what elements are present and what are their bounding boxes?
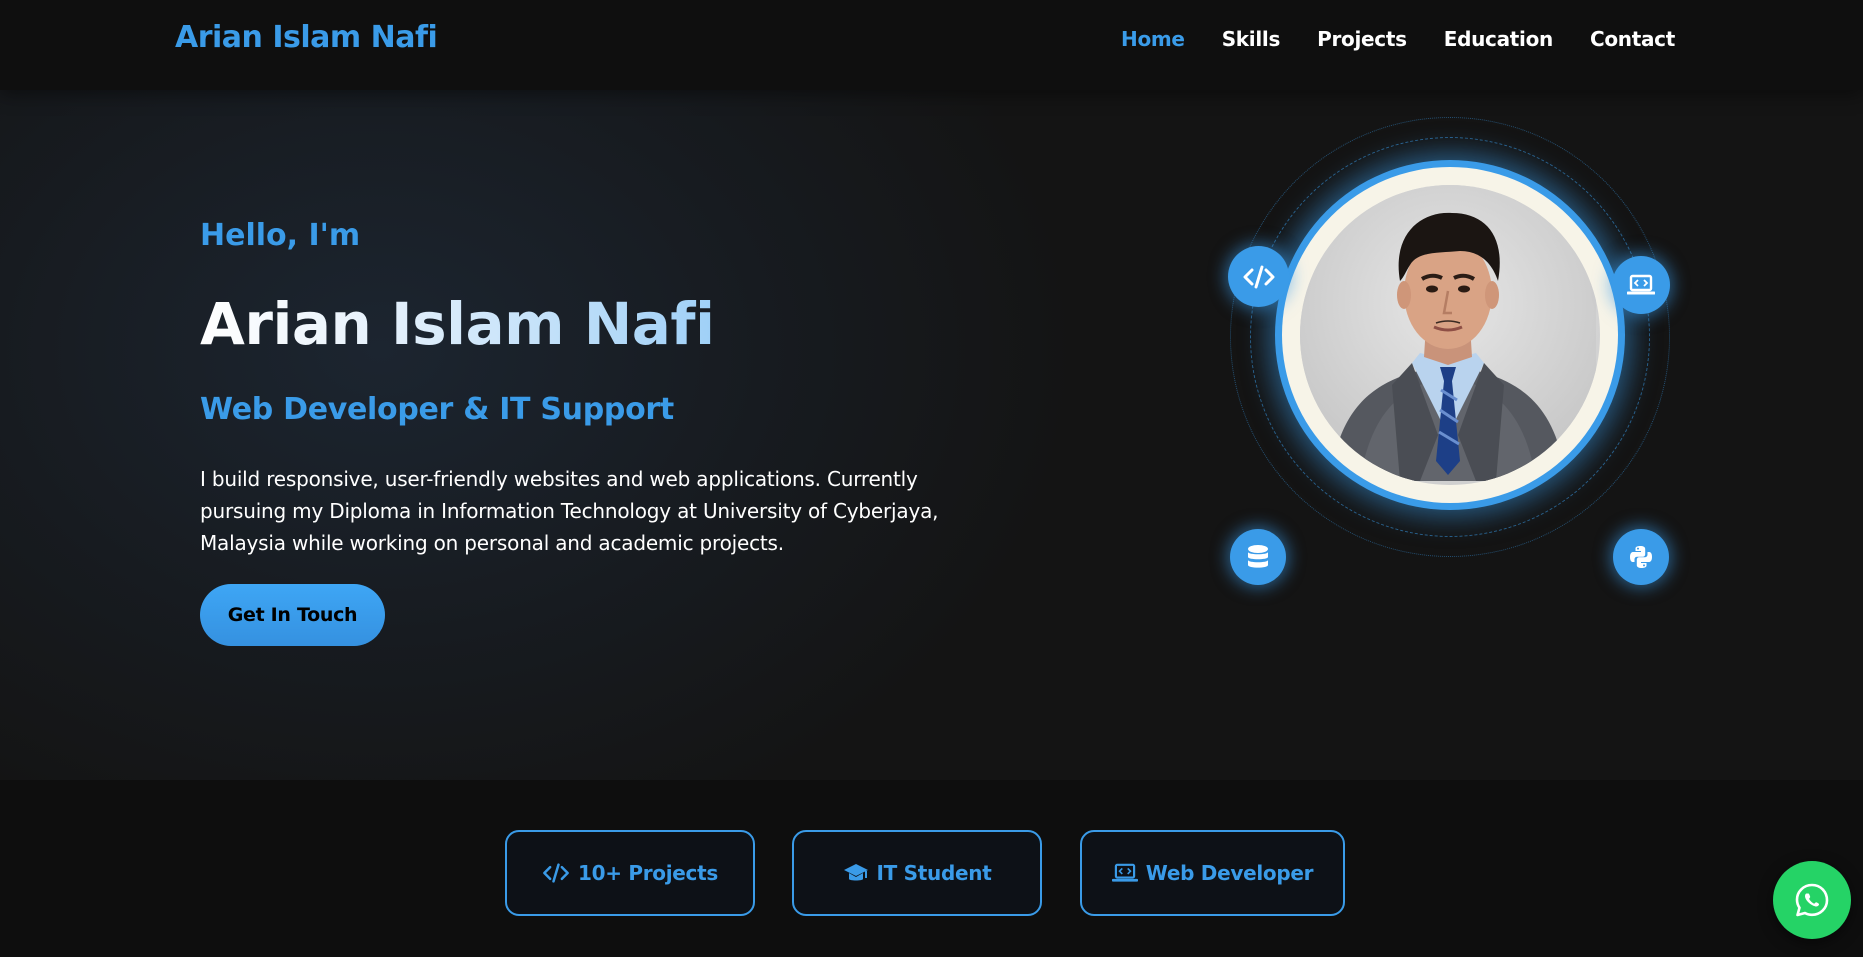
get-in-touch-button[interactable]: Get In Touch xyxy=(200,584,385,646)
hero-role: Web Developer & IT Support xyxy=(200,392,674,427)
database-icon xyxy=(1248,545,1268,568)
profile-photo-ring xyxy=(1275,160,1625,510)
profile-photo-frame xyxy=(1282,167,1618,503)
laptop-code-icon xyxy=(1627,274,1655,295)
nav-link-contact[interactable]: Contact xyxy=(1590,27,1675,51)
orbit-laptop-button[interactable] xyxy=(1612,256,1670,314)
nav-links: Home Skills Projects Education Contact xyxy=(1121,27,1675,51)
stat-card-projects: 10+ Projects xyxy=(505,830,755,916)
stat-label: 10+ Projects xyxy=(578,861,718,885)
nav-link-projects[interactable]: Projects xyxy=(1317,27,1407,51)
orbit-code-button[interactable] xyxy=(1228,246,1289,307)
profile-portrait-illustration xyxy=(1300,185,1596,481)
code-icon xyxy=(1243,265,1274,288)
navbar: Arian Islam Nafi Home Skills Projects Ed… xyxy=(0,0,1863,90)
orbit-database-button[interactable] xyxy=(1230,529,1286,585)
python-icon xyxy=(1630,546,1652,568)
laptop-code-icon xyxy=(1111,863,1138,882)
code-icon xyxy=(543,863,569,883)
stat-label: IT Student xyxy=(876,861,992,885)
brand-logo[interactable]: Arian Islam Nafi xyxy=(175,20,438,55)
stat-card-student: IT Student xyxy=(792,830,1042,916)
hero-greeting: Hello, I'm xyxy=(200,218,361,253)
whatsapp-button[interactable] xyxy=(1773,861,1851,939)
nav-link-education[interactable]: Education xyxy=(1444,27,1554,51)
nav-link-home[interactable]: Home xyxy=(1121,27,1185,51)
whatsapp-icon xyxy=(1795,883,1829,917)
stat-label: Web Developer xyxy=(1145,861,1314,885)
orbit-python-button[interactable] xyxy=(1613,529,1669,585)
stat-card-developer: Web Developer xyxy=(1080,830,1345,916)
hero-name: Arian Islam Nafi xyxy=(200,290,715,358)
hero-bio: I build responsive, user-friendly websit… xyxy=(200,467,939,555)
graduation-cap-icon xyxy=(843,864,868,881)
profile-photo xyxy=(1300,185,1600,485)
nav-link-skills[interactable]: Skills xyxy=(1222,27,1281,51)
